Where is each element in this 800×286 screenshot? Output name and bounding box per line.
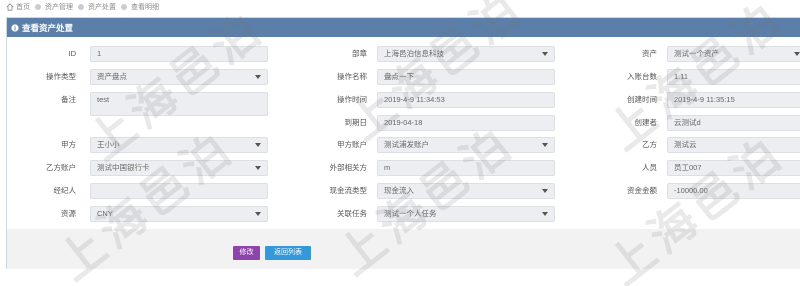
label-entry-count: 入账台数 bbox=[627, 72, 657, 81]
created-time-field[interactable]: 2019-4-9 11:35:15 bbox=[667, 92, 800, 108]
label-created-time: 创建时间 bbox=[627, 95, 657, 104]
fund-amount-field[interactable]: -10000.00 bbox=[667, 183, 800, 199]
panel-title: 查看资产处置 bbox=[22, 22, 74, 33]
form-grid: ID 1 操作类型 资产盘点 备注 test 甲方 王小小 乙方账户 测试中国银… bbox=[7, 37, 800, 229]
party-a-account-select[interactable]: 测试浦发账户 bbox=[377, 137, 555, 153]
broker-field[interactable] bbox=[90, 183, 268, 199]
due-date-field[interactable]: 2019-04-18 bbox=[377, 115, 555, 131]
home-icon bbox=[6, 3, 14, 11]
label-due-date: 到期日 bbox=[344, 118, 368, 127]
cashflow-type-select[interactable]: 现金流入 bbox=[377, 183, 555, 199]
label-id: ID bbox=[68, 49, 77, 58]
label-remark: 备注 bbox=[61, 95, 76, 104]
operation-type-select[interactable]: 资产盘点 bbox=[90, 69, 268, 85]
form-footer: 修改 返回列表 bbox=[7, 229, 800, 269]
breadcrumb-separator-icon bbox=[35, 4, 41, 10]
creator-field[interactable]: 云测试d bbox=[667, 115, 800, 131]
external-party-field[interactable]: m bbox=[377, 160, 555, 176]
label-operation-name: 操作名称 bbox=[337, 72, 367, 81]
breadcrumb: 首页 资产管理 资产处置 查看明细 bbox=[0, 0, 800, 14]
edit-button[interactable]: 修改 bbox=[233, 246, 260, 260]
label-department: 部章 bbox=[352, 49, 367, 58]
operation-time-field[interactable]: 2019-4-9 11:34:53 bbox=[377, 92, 555, 108]
entry-count-field[interactable]: 1.11 bbox=[667, 69, 800, 85]
label-cashflow-type: 现金流类型 bbox=[329, 186, 368, 195]
breadcrumb-separator-icon bbox=[78, 4, 84, 10]
label-currency: 资源 bbox=[61, 209, 76, 218]
breadcrumb-item-home[interactable]: 首页 bbox=[16, 2, 30, 12]
label-operation-type: 操作类型 bbox=[46, 72, 76, 81]
operation-name-field[interactable]: 盘点一下 bbox=[377, 69, 555, 85]
label-party-a: 甲方 bbox=[61, 140, 76, 149]
breadcrumb-home[interactable]: 首页 bbox=[6, 2, 30, 12]
breadcrumb-separator-icon bbox=[121, 4, 127, 10]
breadcrumb-item-view-detail: 查看明细 bbox=[131, 4, 159, 11]
info-icon bbox=[11, 23, 19, 32]
party-b-account-select[interactable]: 测试中国银行卡 bbox=[90, 160, 268, 176]
label-fund-amount: 资金金额 bbox=[627, 186, 657, 195]
department-select[interactable]: 上海邑泊信息科技 bbox=[377, 46, 555, 62]
back-to-list-button[interactable]: 返回列表 bbox=[265, 246, 311, 260]
personnel-field[interactable]: 员工007 bbox=[667, 160, 800, 176]
related-task-select[interactable]: 测试一个人任务 bbox=[377, 206, 555, 222]
asset-select[interactable]: 测试一个资产 bbox=[667, 46, 800, 62]
label-related-task: 关联任务 bbox=[337, 209, 367, 218]
detail-panel: 查看资产处置 ID 1 操作类型 资产盘点 备注 test 甲方 王小小 乙方账… bbox=[6, 17, 800, 269]
panel-header: 查看资产处置 bbox=[7, 18, 800, 37]
label-party-a-account: 甲方账户 bbox=[337, 140, 367, 149]
label-broker: 经纪人 bbox=[53, 186, 77, 195]
currency-select[interactable]: CNY bbox=[90, 206, 268, 222]
label-operation-time: 操作时间 bbox=[337, 95, 367, 104]
remark-textarea[interactable]: test bbox=[90, 92, 268, 116]
label-personnel: 人员 bbox=[642, 163, 657, 172]
id-field[interactable]: 1 bbox=[90, 46, 268, 62]
label-asset: 资产 bbox=[642, 49, 657, 58]
breadcrumb-item-asset-management[interactable]: 资产管理 bbox=[45, 2, 73, 12]
party-b-field[interactable]: 测试云 bbox=[667, 137, 800, 153]
party-a-select[interactable]: 王小小 bbox=[90, 137, 268, 153]
breadcrumb-item-asset-disposal[interactable]: 资产处置 bbox=[88, 2, 116, 12]
label-party-b-account: 乙方账户 bbox=[46, 163, 76, 172]
label-creator: 创建者 bbox=[634, 118, 658, 127]
label-external-party: 外部相关方 bbox=[329, 163, 368, 172]
label-party-b: 乙方 bbox=[642, 140, 657, 149]
